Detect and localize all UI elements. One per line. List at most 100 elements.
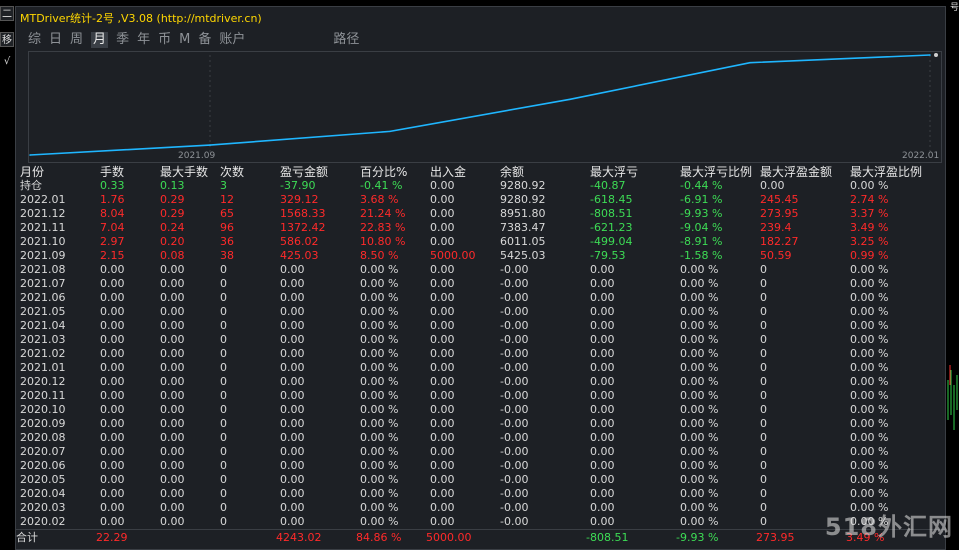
table-row-4-cell-1: 2.97 — [100, 235, 125, 248]
table-row-0-cell-3: 3 — [220, 179, 227, 192]
table-row-18-cell-5: 0.00 % — [360, 431, 399, 444]
table-row-21: 2020.05 0.00 0.00 0 0.00 0.00 % 0.00 -0.00 0.00 0… — [20, 473, 942, 487]
table-row-23-cell-7: -0.00 — [500, 501, 529, 514]
table-row-3-cell-2: 0.24 — [160, 221, 185, 234]
table-row-19: 2020.07 0.00 0.00 0 0.00 0.00 % 0.00 -0.00 0.00 0… — [20, 445, 942, 459]
table-row-3-cell-11: 3.49 % — [850, 221, 889, 234]
total-row-cell-6: 5000.00 — [426, 531, 472, 544]
tab-6[interactable]: 币 — [158, 32, 171, 48]
table-row-5-cell-11: 0.99 % — [850, 249, 889, 262]
table-row-23-cell-5: 0.00 % — [360, 501, 399, 514]
table-row-17-cell-7: -0.00 — [500, 417, 529, 430]
table-row-0-cell-8: -40.87 — [590, 179, 626, 192]
statistics-panel: MTDriver统计-2号 ,V3.08 (http://mtdriver.cn… — [15, 6, 946, 550]
left-button-0[interactable]: 二 — [0, 6, 14, 21]
chart-end-marker — [934, 53, 938, 57]
tab-9[interactable]: 账户 — [219, 32, 245, 48]
table-row-14-cell-5: 0.00 % — [360, 375, 399, 388]
tab-0[interactable]: 综 — [28, 32, 41, 48]
tab-4[interactable]: 季 — [116, 32, 129, 48]
table-row-15-cell-9: 0.00 % — [680, 389, 719, 402]
table-row-5-cell-10: 50.59 — [760, 249, 792, 262]
table-row-8-cell-1: 0.00 — [100, 291, 125, 304]
table-row-3-cell-10: 239.4 — [760, 221, 792, 234]
table-row-19-cell-5: 0.00 % — [360, 445, 399, 458]
total-row-cell-5: 84.86 % — [356, 531, 402, 544]
table-row-23-cell-1: 0.00 — [100, 501, 125, 514]
table-row-5-cell-9: -1.58 % — [680, 249, 723, 262]
table-row-11-cell-5: 0.00 % — [360, 333, 399, 346]
table-row-20-cell-5: 0.00 % — [360, 459, 399, 472]
table-row-0-cell-6: 0.00 — [430, 179, 455, 192]
table-row-9-cell-0: 2021.05 — [20, 305, 66, 318]
table-row-2-cell-4: 1568.33 — [280, 207, 326, 220]
table-row-22-cell-11: 0.00 % — [850, 487, 889, 500]
table-row-6-cell-0: 2021.08 — [20, 263, 66, 276]
tab-1[interactable]: 日 — [49, 32, 62, 48]
table-row-0: 持仓 0.33 0.13 3 -37.90 -0.41 % 0.00 9280.92 -40.8… — [20, 179, 942, 193]
table-row-5-cell-5: 8.50 % — [360, 249, 399, 262]
tab-3[interactable]: 月 — [91, 32, 109, 48]
table-row-3-cell-3: 96 — [220, 221, 234, 234]
table-row-15-cell-8: 0.00 — [590, 389, 615, 402]
table-row-1-cell-7: 9280.92 — [500, 193, 546, 206]
tab-5[interactable]: 年 — [137, 32, 150, 48]
table-row-12-cell-10: 0 — [760, 347, 767, 360]
table-row-24-cell-2: 0.00 — [160, 515, 185, 528]
table-row-1-cell-0: 2022.01 — [20, 193, 66, 206]
table-row-13-cell-0: 2021.01 — [20, 361, 66, 374]
table-row-9-cell-8: 0.00 — [590, 305, 615, 318]
balance-line — [29, 54, 931, 156]
balance-point-5 — [929, 54, 931, 56]
table-row-21-cell-11: 0.00 % — [850, 473, 889, 486]
total-row-cell-9: -9.93 % — [676, 531, 719, 544]
table-row-9-cell-9: 0.00 % — [680, 305, 719, 318]
table-row-2-cell-3: 65 — [220, 207, 234, 220]
tab-8[interactable]: 备 — [198, 32, 211, 48]
table-row-11-cell-10: 0 — [760, 333, 767, 346]
table-row-3-cell-4: 1372.42 — [280, 221, 326, 234]
table-row-21-cell-3: 0 — [220, 473, 227, 486]
table-row-19-cell-0: 2020.07 — [20, 445, 66, 458]
table-row-0-cell-11: 0.00 % — [850, 179, 889, 192]
table-row-23-cell-10: 0 — [760, 501, 767, 514]
table-row-2-cell-6: 0.00 — [430, 207, 455, 220]
table-row-2-cell-11: 3.37 % — [850, 207, 889, 220]
table-row-16-cell-3: 0 — [220, 403, 227, 416]
table-row-15-cell-2: 0.00 — [160, 389, 185, 402]
table-row-4-cell-4: 586.02 — [280, 235, 319, 248]
table-row-5-cell-6: 5000.00 — [430, 249, 476, 262]
table-row-7-cell-7: -0.00 — [500, 277, 529, 290]
left-button-1[interactable]: 移 — [0, 32, 14, 47]
table-row-6-cell-10: 0 — [760, 263, 767, 276]
tab-10[interactable]: 路径 — [333, 32, 359, 48]
left-button-2[interactable]: √ — [0, 54, 14, 69]
balance-point-3 — [569, 98, 571, 101]
table-row-19-cell-7: -0.00 — [500, 445, 529, 458]
table-row-10-cell-7: -0.00 — [500, 319, 529, 332]
tab-7[interactable]: M — [179, 32, 190, 48]
table-row-19-cell-6: 0.00 — [430, 445, 455, 458]
table-row-12-cell-0: 2021.02 — [20, 347, 66, 360]
table-row-10-cell-5: 0.00 % — [360, 319, 399, 332]
table-row-7-cell-1: 0.00 — [100, 277, 125, 290]
table-header-cell-1: 手数 — [100, 165, 125, 179]
table-row-20: 2020.06 0.00 0.00 0 0.00 0.00 % 0.00 -0.00 0.00 0… — [20, 459, 942, 473]
table-row-2-cell-0: 2021.12 — [20, 207, 66, 220]
table-row-6-cell-9: 0.00 % — [680, 263, 719, 276]
table-row-16-cell-2: 0.00 — [160, 403, 185, 416]
table-row-4-cell-10: 182.27 — [760, 235, 799, 248]
tab-2[interactable]: 周 — [70, 32, 83, 48]
table-row-10-cell-0: 2021.04 — [20, 319, 66, 332]
table-row-14-cell-9: 0.00 % — [680, 375, 719, 388]
table-row-3: 2021.11 7.04 0.24 96 1372.42 22.83 % 0.00 7383.… — [20, 221, 942, 235]
table-row-19-cell-8: 0.00 — [590, 445, 615, 458]
table-row-16-cell-7: -0.00 — [500, 403, 529, 416]
table-row-13-cell-6: 0.00 — [430, 361, 455, 374]
window-title: MTDriver统计-2号 ,V3.08 (http://mtdriver.cn… — [20, 12, 262, 25]
table-header-cell-6: 出入金 — [430, 165, 467, 179]
table-row-3-cell-9: -9.04 % — [680, 221, 723, 234]
table-row-11-cell-11: 0.00 % — [850, 333, 889, 346]
table-row-12-cell-1: 0.00 — [100, 347, 125, 360]
table-row-2-cell-1: 8.04 — [100, 207, 125, 220]
